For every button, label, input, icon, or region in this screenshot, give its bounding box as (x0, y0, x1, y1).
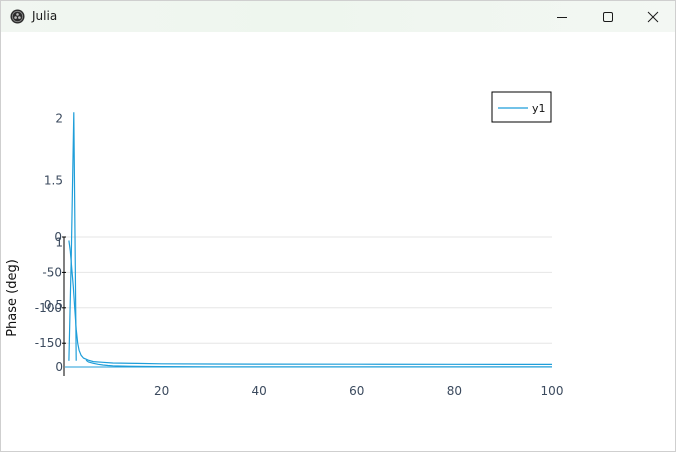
phase-series-line (68, 240, 553, 365)
top-y-tick-label: 2 (55, 111, 63, 125)
legend-label-y1: y1 (532, 102, 546, 115)
y-axis-label: Phase (deg) (5, 259, 20, 337)
app-window: Julia 2 1.5 1 0.5 0 0 -50 -100 -150 20 40 60 80 100 y… (0, 0, 676, 452)
julia-logo-icon (10, 9, 25, 24)
legend[interactable]: y1 (491, 91, 552, 123)
x-tick-label: 20 (154, 384, 169, 398)
minimize-icon (557, 16, 567, 18)
plot-area[interactable]: 21.510.500-50-100-15020 40 60 80 100 y1 Phas… (1, 33, 675, 451)
phase-grid (64, 236, 552, 344)
x-tick-label: 100 (541, 384, 564, 398)
x-tick-label: 80 (447, 384, 462, 398)
top-y-tick-label: 1.5 (44, 174, 63, 188)
phase-y-tick-label: -50 (42, 265, 62, 279)
minimize-button[interactable] (539, 1, 585, 32)
axes: 21.510.500-50-100-15020 40 60 80 100 (35, 111, 564, 398)
top-y-tick-label: 0 (55, 360, 63, 374)
close-button[interactable] (630, 1, 676, 32)
maximize-button[interactable] (585, 1, 631, 32)
series-lines (68, 112, 553, 368)
maximize-icon (603, 11, 613, 22)
title-bar[interactable]: Julia (1, 1, 675, 32)
phase-y-tick-label: -150 (35, 336, 62, 350)
close-icon (647, 11, 659, 22)
window-title: Julia (32, 9, 58, 23)
phase-y-tick-label: -100 (35, 301, 62, 315)
phase-y-tick-label: 0 (54, 230, 62, 244)
x-tick-label: 60 (349, 384, 364, 398)
x-tick-label: 40 (252, 384, 267, 398)
